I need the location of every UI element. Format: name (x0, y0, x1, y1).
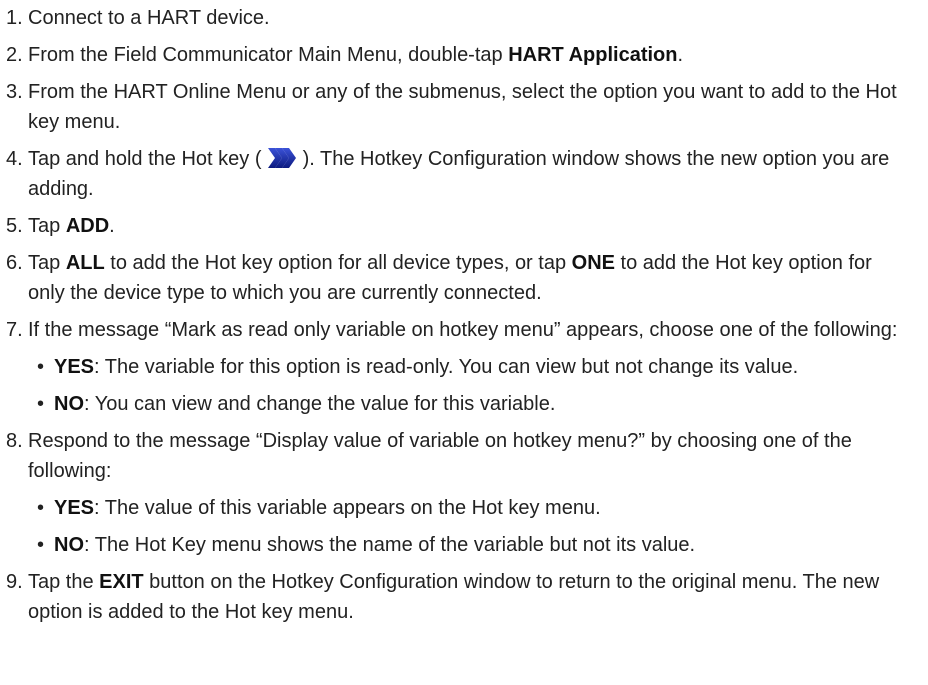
step-8: 8. Respond to the message “Display value… (0, 426, 903, 560)
step-number: 4. (6, 148, 23, 170)
step-text: to add the Hot key option for all device… (104, 252, 572, 274)
step-emphasis: EXIT (99, 571, 144, 593)
step-text: If the message “Mark as read only variab… (28, 319, 898, 341)
step-text: . (677, 44, 684, 66)
step-number: 1. (6, 7, 23, 29)
step-4: 4. Tap and hold the Hot key ( ). The Hot… (0, 144, 903, 204)
step-6: 6. Tap ALL to add the Hot key option for… (0, 248, 903, 308)
option-label: NO (54, 534, 84, 556)
instruction-document: 1. Connect to a HART device. 2. From the… (0, 0, 928, 627)
step-text: Tap and hold the Hot key ( (28, 148, 268, 170)
step-text: Connect to a HART device. (28, 7, 270, 29)
option-list: • YES: The value of this variable appear… (28, 493, 903, 560)
option-text: : The variable for this option is read-o… (94, 356, 799, 378)
option-text: : The value of this variable appears on … (94, 497, 601, 519)
step-text: button on the Hotkey Configuration windo… (28, 571, 880, 623)
option-list: • YES: The variable for this option is r… (28, 352, 903, 419)
bullet: • (37, 393, 45, 415)
step-number: 7. (6, 319, 23, 341)
step-number: 2. (6, 44, 23, 66)
step-5: 5. Tap ADD. (0, 211, 903, 241)
step-number: 6. (6, 252, 23, 274)
step-number: 5. (6, 215, 23, 237)
option-item: • NO: You can view and change the value … (28, 389, 903, 419)
step-text: Respond to the message “Display value of… (28, 430, 852, 482)
step-number: 9. (6, 571, 23, 593)
step-emphasis: ADD (65, 215, 110, 237)
option-text: : The Hot Key menu shows the name of the… (84, 534, 696, 556)
step-number: 8. (6, 430, 23, 452)
option-label: YES (54, 356, 95, 378)
steps-list: 1. Connect to a HART device. 2. From the… (0, 3, 928, 627)
step-text: From the Field Communicator Main Menu, d… (28, 44, 509, 66)
step-1: 1. Connect to a HART device. (0, 3, 903, 33)
option-text: : You can view and change the value for … (84, 393, 556, 415)
hot-key-chevrons-icon (268, 148, 297, 168)
step-text: Tap (28, 252, 66, 274)
step-text: From the HART Online Menu or any of the … (28, 81, 897, 133)
step-text: Tap (28, 215, 66, 237)
bullet: • (37, 534, 45, 556)
step-emphasis: HART Application (508, 44, 678, 66)
step-text: Tap the (28, 571, 100, 593)
step-2: 2. From the Field Communicator Main Menu… (0, 40, 903, 70)
option-item: • NO: The Hot Key menu shows the name of… (28, 530, 903, 560)
option-item: • YES: The variable for this option is r… (28, 352, 903, 382)
step-text: . (109, 215, 115, 237)
step-emphasis: ONE (571, 252, 615, 274)
bullet: • (37, 497, 45, 519)
option-label: YES (54, 497, 95, 519)
step-7: 7. If the message “Mark as read only var… (0, 315, 903, 419)
step-3: 3. From the HART Online Menu or any of t… (0, 77, 903, 137)
step-number: 3. (6, 81, 23, 103)
option-label: NO (54, 393, 84, 415)
option-item: • YES: The value of this variable appear… (28, 493, 903, 523)
step-emphasis: ALL (65, 252, 105, 274)
bullet: • (37, 356, 45, 378)
step-9: 9. Tap the EXIT button on the Hotkey Con… (0, 567, 903, 627)
